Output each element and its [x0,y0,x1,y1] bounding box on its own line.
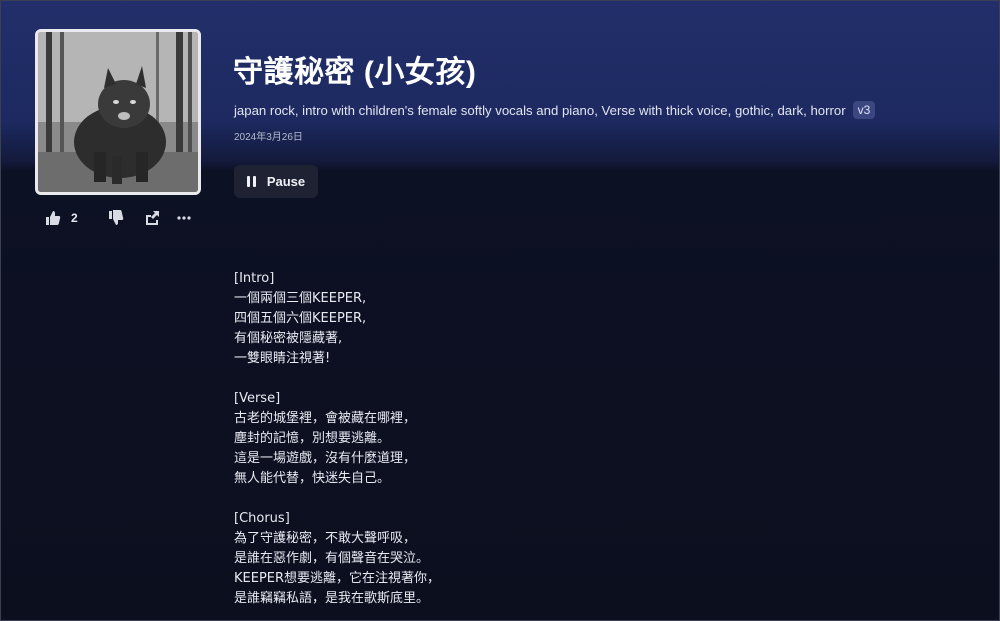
lyrics: [Intro] 一個兩個三個KEEPER, 四個五個六個KEEPER, 有個秘密… [234,269,834,621]
song-actions: 2 [45,207,192,229]
lyric-line: KEEPER想要逃離，它在注視著你， [234,571,441,586]
lyric-line: 為了守護秘密，不敢大聲呼吸， [234,531,417,546]
pause-button[interactable]: Pause [234,165,318,198]
lyric-line: 一雙眼睛注視著! [234,351,331,366]
song-cover-image[interactable] [35,29,201,195]
lyrics-section-intro: [Intro] 一個兩個三個KEEPER, 四個五個六個KEEPER, 有個秘密… [234,269,834,369]
thumbs-down-icon [108,210,123,225]
section-tag: [Chorus] [234,511,290,526]
lyric-line: 一個兩個三個KEEPER, [234,291,367,306]
lyric-line: 塵封的記憶，別想要逃離。 [234,431,391,446]
lyric-line: 有個秘密被隱藏著, [234,331,343,346]
share-icon [145,211,159,225]
section-tag: [Verse] [234,391,281,406]
lyrics-section-verse: [Verse] 古老的城堡裡，會被藏在哪裡， 塵封的記憶，別想要逃離。 這是一場… [234,389,834,489]
lyric-line: 是誰在惡作劇，有個聲音在哭泣。 [234,551,430,566]
section-tag: [Intro] [234,271,275,286]
lyric-line: 古老的城堡裡，會被藏在哪裡， [234,411,417,426]
like-count: 2 [71,211,78,225]
pause-icon [246,176,259,187]
song-title: 守護秘密 (小女孩) [233,56,477,89]
more-icon [177,216,191,220]
share-button[interactable] [144,210,160,226]
song-page: 2 守護秘密 (小女孩) japan rock, intro with chil… [0,0,1000,621]
lyric-line: 是誰竊竊私語，是我在歌斯底里。 [234,591,430,606]
like-button[interactable]: 2 [45,210,78,226]
dislike-button[interactable] [108,210,124,226]
song-tags-row: japan rock, intro with children's female… [234,101,876,119]
song-style-tags: japan rock, intro with children's female… [234,102,846,118]
lyric-line: 這是一場遊戲，沒有什麼道理， [234,451,417,466]
lyric-line: 無人能代替，快迷失自己。 [234,471,391,486]
thumbs-up-icon [46,211,61,225]
lyric-line: 四個五個六個KEEPER, [234,311,367,326]
version-badge: v3 [852,101,876,119]
lyrics-section-chorus: [Chorus] 為了守護秘密，不敢大聲呼吸， 是誰在惡作劇，有個聲音在哭泣。 … [234,509,834,609]
more-options-button[interactable] [176,210,192,226]
song-date: 2024年3月26日 [234,132,303,143]
pause-label: Pause [266,174,306,189]
cat-artwork-icon [38,32,198,192]
